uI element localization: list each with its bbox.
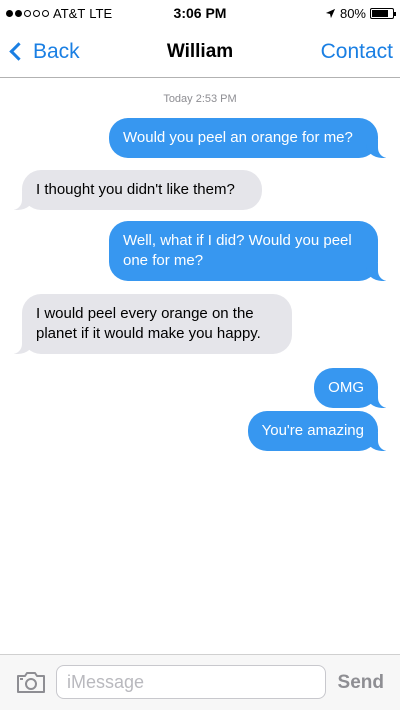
signal-dot [42, 9, 49, 17]
signal-dot [24, 9, 31, 17]
network-type: LTE [89, 5, 113, 21]
message-bubble-outgoing[interactable]: OMG [314, 368, 392, 408]
message-bubble-incoming[interactable]: I would peel every orange on the planet … [8, 294, 292, 354]
chevron-left-icon [9, 42, 28, 61]
battery-fill [372, 9, 388, 17]
status-bar: AT&T LTE 3:06 PM 80% [0, 0, 400, 26]
signal-dot [6, 9, 13, 17]
back-button[interactable]: Back [8, 40, 80, 64]
location-arrow-icon [325, 8, 336, 18]
contact-button[interactable]: Contact [321, 40, 393, 64]
signal-dot [33, 9, 40, 17]
message-composer: Send [0, 654, 400, 710]
back-button-label: Back [33, 39, 80, 63]
carrier-name: AT&T [53, 5, 86, 21]
message-text: Would you peel an orange for me? [123, 129, 353, 146]
message-bubble-outgoing[interactable]: Would you peel an orange for me? [109, 118, 392, 158]
message-text: You're amazing [261, 422, 364, 439]
message-bubble-incoming[interactable]: I thought you didn't like them? [8, 170, 262, 210]
send-button[interactable]: Send [338, 672, 384, 694]
status-right: 80% [325, 5, 396, 21]
thread-timestamp: Today 2:53 PM [163, 93, 237, 105]
battery-icon [370, 7, 396, 19]
message-thread[interactable]: Today 2:53 PM Would you peel an orange f… [0, 78, 400, 654]
imessage-input[interactable] [56, 665, 326, 699]
message-text: Well, what if I did? Would you peel one … [123, 232, 352, 269]
message-text: I thought you didn't like them? [36, 181, 235, 198]
message-text: I would peel every orange on the planet … [36, 305, 261, 342]
message-text: OMG [328, 379, 364, 396]
signal-dot [15, 9, 22, 17]
battery-percent: 80% [339, 5, 366, 21]
signal-strength-icon [6, 9, 49, 17]
navigation-bar: Back William Contact [0, 26, 400, 78]
message-bubble-outgoing[interactable]: You're amazing [247, 411, 393, 451]
status-left: AT&T LTE [6, 6, 112, 21]
message-bubble-outgoing[interactable]: Well, what if I did? Would you peel one … [109, 221, 392, 281]
camera-icon[interactable] [16, 671, 46, 693]
